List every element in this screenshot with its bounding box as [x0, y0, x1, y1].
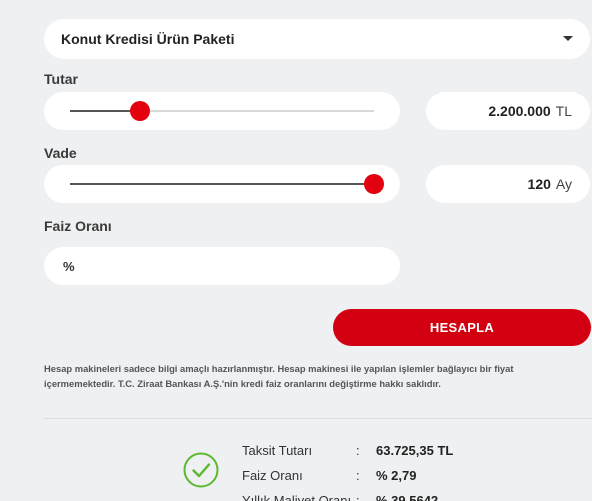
- results-divider: [44, 418, 592, 419]
- disclaimer-text: Hesap makineleri sadece bilgi amaçlı haz…: [44, 363, 514, 389]
- credit-calculator: Konut Kredisi Ürün Paketi Tutar 2.200.00…: [0, 0, 592, 501]
- amount-unit: TL: [555, 103, 572, 119]
- term-unit: Ay: [555, 176, 572, 192]
- result-key: Faiz Oranı: [242, 468, 303, 483]
- term-slider[interactable]: [44, 165, 400, 203]
- result-key: Taksit Tutarı: [242, 443, 313, 458]
- calculate-button[interactable]: HESAPLA: [333, 309, 591, 346]
- caret-down-icon[interactable]: [563, 36, 573, 41]
- term-slider-fill: [70, 183, 374, 185]
- interest-rate-value: %: [63, 258, 75, 274]
- result-key: Yıllık Maliyet Oranı: [242, 493, 352, 501]
- term-slider-track[interactable]: [70, 174, 384, 194]
- amount-label: Tutar: [44, 71, 78, 87]
- result-value: % 2,79: [376, 468, 417, 483]
- interest-rate-input[interactable]: %: [44, 247, 400, 285]
- term-input[interactable]: 120 Ay: [426, 165, 590, 203]
- term-value: 120: [527, 176, 551, 192]
- amount-value: 2.200.000: [488, 103, 551, 119]
- amount-slider-thumb[interactable]: [129, 101, 150, 121]
- amount-slider-track[interactable]: [70, 101, 374, 121]
- check-circle-icon: [183, 452, 219, 488]
- product-select[interactable]: Konut Kredisi Ürün Paketi: [44, 19, 590, 59]
- interest-label: Faiz Oranı: [44, 218, 112, 234]
- result-separator: :: [356, 493, 360, 501]
- result-value: % 39,5642: [376, 493, 439, 501]
- result-value: 63.725,35 TL: [376, 443, 454, 458]
- term-label: Vade: [44, 145, 77, 161]
- result-separator: :: [356, 468, 360, 483]
- product-select-value: Konut Kredisi Ürün Paketi: [61, 31, 235, 47]
- amount-slider[interactable]: [44, 92, 400, 130]
- result-separator: :: [356, 443, 360, 458]
- term-slider-thumb[interactable]: [364, 174, 384, 194]
- amount-input[interactable]: 2.200.000 TL: [426, 92, 590, 130]
